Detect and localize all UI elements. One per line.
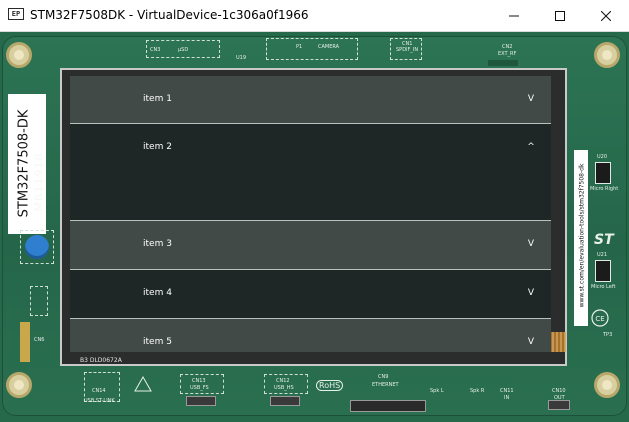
url-text: www.st.com/en/evaluation-tools/stm32f750…: [578, 163, 586, 308]
accordion-item-label: item 3: [143, 239, 172, 249]
mounting-hole: [594, 42, 620, 68]
usb-hs-port[interactable]: [270, 396, 300, 406]
user-button-cap: [25, 235, 49, 259]
silk-ext-rf: EXT_RF: [498, 51, 517, 57]
display-id: B3 DLD0672A: [80, 357, 122, 364]
accordion-item[interactable]: item 5 V: [70, 319, 551, 352]
accordion-item-label: item 2: [143, 142, 172, 152]
usb-fs-port[interactable]: [186, 396, 216, 406]
silk-tp3: TP3: [603, 332, 613, 338]
chevron-down-icon[interactable]: V: [525, 94, 537, 104]
url-label: www.st.com/en/evaluation-tools/stm32f750…: [574, 150, 588, 326]
minimize-icon: [509, 15, 519, 16]
minimize-button[interactable]: [491, 0, 537, 31]
micro-left: [595, 260, 611, 282]
silk-spk-r: Spk R: [470, 388, 485, 394]
silk-cn12: CN12: [276, 378, 290, 384]
accordion-item[interactable]: item 2 ^: [70, 124, 551, 221]
chevron-down-icon[interactable]: V: [525, 337, 537, 347]
camera-connector: [266, 38, 358, 60]
silk-u20: U20: [597, 154, 608, 160]
cn6-pins: [20, 322, 30, 362]
window-title: STM32F7508DK - VirtualDevice-1c306a0f196…: [30, 8, 309, 22]
board-code: MB1191B: [32, 151, 46, 212]
silk-p1: P1: [296, 44, 303, 50]
accordion-item-label: item 4: [143, 288, 172, 298]
silk-usb-fs: USB_FS: [190, 385, 209, 391]
silk-camera: CAMERA: [318, 44, 340, 50]
chevron-up-icon[interactable]: ^: [525, 142, 537, 152]
silk-usb-hs: USB_HS: [274, 385, 294, 391]
ethernet-port[interactable]: [350, 400, 426, 412]
accordion-item[interactable]: item 3 V: [70, 221, 551, 270]
silk-cn10: CN10: [552, 388, 566, 394]
mounting-hole: [6, 42, 32, 68]
silk-spk-l: Spk L: [430, 388, 444, 394]
rf-pads: [488, 60, 518, 66]
usb-fs-connector[interactable]: [180, 374, 224, 394]
chevron-down-icon[interactable]: V: [525, 239, 537, 249]
accordion-item[interactable]: item 1 V: [70, 76, 551, 124]
silk-usb-stlink: USB ST-LINK: [84, 398, 115, 404]
silk-ethernet: ETHERNET: [372, 382, 399, 388]
silk-cn13: CN13: [192, 378, 206, 384]
silk-micro-right: Micro Right: [590, 186, 619, 192]
audio-out-jack[interactable]: [548, 400, 570, 410]
window-titlebar: EP STM32F7508DK - VirtualDevice-1c306a0f…: [0, 0, 629, 32]
ce-mark-icon: CE: [591, 309, 609, 327]
close-button[interactable]: [583, 0, 629, 31]
mounting-hole: [6, 372, 32, 398]
usb-hs-connector[interactable]: [264, 374, 308, 394]
silk-cn2: CN2: [502, 44, 513, 50]
user-button[interactable]: [20, 230, 54, 264]
rohs-mark: RoHS: [316, 380, 344, 391]
silk-cn9: CN9: [378, 374, 389, 380]
accordion-item-label: item 5: [143, 337, 172, 347]
app-icon: EP: [8, 8, 24, 20]
esd-warning-icon: [134, 376, 152, 392]
silk-cn3: CN3: [150, 47, 161, 53]
mounting-hole: [594, 372, 620, 398]
board-model: STM32F7508-DK: [16, 109, 32, 218]
accordion-item-label: item 1: [143, 94, 172, 104]
silk-u21: U21: [597, 252, 608, 258]
micro-right: [595, 162, 611, 184]
maximize-button[interactable]: [537, 0, 583, 31]
silk-micro-left: Micro Left: [591, 284, 616, 290]
silk-cn11: CN11: [500, 388, 514, 394]
st-logo-icon: ST: [594, 232, 614, 248]
silk-u19: U19: [236, 55, 247, 61]
accordion-item[interactable]: item 4 V: [70, 270, 551, 319]
svg-text:CE: CE: [595, 315, 604, 323]
board: CN3 µSD U19 P1 CAMERA CN1 SPDIF_IN CN2 E…: [0, 32, 629, 422]
close-icon: [601, 10, 611, 21]
lcd-screen[interactable]: item 1 Vitem 2 ^ item 3 Vitem 4 Vitem 5 V: [70, 76, 551, 352]
maximize-icon: [555, 10, 565, 21]
silk-cn6: CN6: [34, 337, 45, 343]
silk-cn14: CN14: [92, 388, 106, 394]
chevron-down-icon[interactable]: V: [525, 288, 537, 298]
silk-spdif: SPDIF_IN: [396, 47, 419, 53]
reset-header: [30, 286, 48, 316]
silk-in: IN: [504, 395, 510, 401]
silk-usd: µSD: [178, 47, 189, 53]
